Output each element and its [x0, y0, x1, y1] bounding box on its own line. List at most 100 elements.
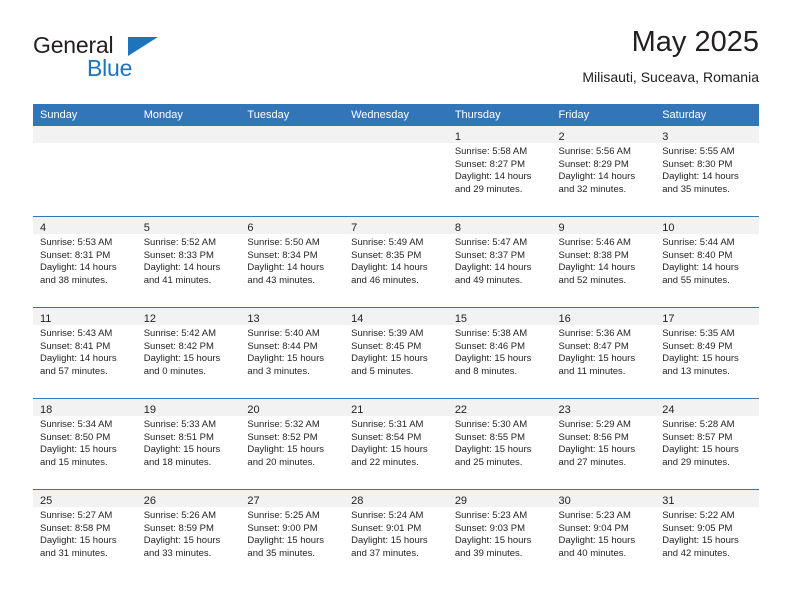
daylight-line-1: Daylight: 15 hours [143, 535, 221, 547]
calendar-day-cell[interactable]: 29 Sunrise: 5:23 AM Sunset: 9:03 PM Dayligh… [447, 489, 552, 580]
day-cell-inner: 20 Sunrise: 5:32 AM Sunset: 8:52 PM Dayligh… [240, 399, 345, 489]
day-cell-inner: 27 Sunrise: 5:25 AM Sunset: 9:00 PM Dayligh… [240, 490, 345, 580]
sunrise-line: Sunrise: 5:34 AM [40, 419, 113, 430]
day-number-band: 19 [136, 399, 241, 416]
day-number: 14 [351, 313, 364, 325]
day-number-band: 8 [447, 217, 552, 234]
day-cell-details: Sunrise: 5:25 AM Sunset: 9:00 PM Daylight:… [240, 507, 344, 560]
daylight-line-1: Daylight: 14 hours [558, 171, 636, 183]
day-cell-inner: 17 Sunrise: 5:35 AM Sunset: 8:49 PM Dayligh… [655, 308, 759, 398]
sunrise-line: Sunrise: 5:44 AM [662, 237, 735, 248]
weekday-header-saturday: Saturday [655, 104, 759, 126]
sunset-line: Sunset: 9:00 PM [247, 522, 318, 534]
calendar-day-cell[interactable]: 8 Sunrise: 5:47 AM Sunset: 8:37 PM Daylight… [447, 216, 552, 308]
calendar-day-cell[interactable]: 30 Sunrise: 5:23 AM Sunset: 9:04 PM Dayligh… [551, 489, 656, 580]
calendar-day-cell-empty [136, 126, 241, 217]
day-number: 29 [454, 495, 468, 507]
daylight-line-1: Daylight: 15 hours [351, 535, 428, 547]
triangle-icon [128, 37, 158, 56]
daylight-line-2: and 55 minutes. [662, 274, 730, 286]
calendar-day-cell[interactable]: 4 Sunrise: 5:53 AM Sunset: 8:31 PM Daylight… [33, 216, 137, 308]
daylight-line-1: Daylight: 15 hours [351, 444, 428, 456]
day-cell-details: Sunrise: 5:46 AM Sunset: 8:38 PM Daylight:… [552, 234, 656, 287]
day-number: 13 [247, 313, 260, 325]
general-blue-logo[interactable]: General Blue [33, 32, 213, 88]
daylight-line-1: Daylight: 14 hours [40, 262, 117, 274]
calendar-day-cell[interactable]: 31 Sunrise: 5:22 AM Sunset: 9:05 PM Dayligh… [655, 489, 759, 580]
calendar-day-cell[interactable]: 14 Sunrise: 5:39 AM Sunset: 8:45 PM Dayligh… [344, 307, 448, 399]
day-number-band: 21 [344, 399, 448, 416]
calendar-day-cell[interactable]: 2 Sunrise: 5:56 AM Sunset: 8:29 PM Daylight… [551, 126, 656, 217]
day-number: 15 [454, 313, 468, 325]
sunset-line: Sunset: 8:45 PM [351, 340, 422, 352]
calendar-day-cell[interactable]: 19 Sunrise: 5:33 AM Sunset: 8:51 PM Dayligh… [136, 398, 241, 490]
calendar-day-cell[interactable]: 9 Sunrise: 5:46 AM Sunset: 8:38 PM Daylight… [551, 216, 656, 308]
calendar-day-cell[interactable]: 23 Sunrise: 5:29 AM Sunset: 8:56 PM Dayligh… [551, 398, 656, 490]
calendar-day-cell-empty [344, 126, 448, 217]
day-number-band: 23 [551, 399, 656, 416]
day-number-band: 20 [240, 399, 345, 416]
calendar-day-cell[interactable]: 24 Sunrise: 5:28 AM Sunset: 8:57 PM Dayligh… [655, 398, 759, 490]
weekday-header-wednesday: Wednesday [344, 104, 448, 126]
day-number: 21 [351, 404, 364, 416]
page-title: May 2025 [631, 26, 759, 58]
calendar-day-cell[interactable]: 28 Sunrise: 5:24 AM Sunset: 9:01 PM Dayligh… [344, 489, 448, 580]
calendar-day-cell[interactable]: 6 Sunrise: 5:50 AM Sunset: 8:34 PM Daylight… [240, 216, 345, 308]
calendar-day-cell[interactable]: 27 Sunrise: 5:25 AM Sunset: 9:00 PM Dayligh… [240, 489, 345, 580]
day-cell-details: Sunrise: 5:33 AM Sunset: 8:51 PM Daylight:… [137, 416, 241, 469]
day-cell-details: Sunrise: 5:53 AM Sunset: 8:31 PM Daylight:… [33, 234, 137, 287]
day-number: 20 [247, 404, 260, 416]
day-number-band: 25 [33, 490, 137, 507]
day-number-band: 3 [655, 126, 759, 143]
calendar-day-cell[interactable]: 18 Sunrise: 5:34 AM Sunset: 8:50 PM Dayligh… [33, 398, 137, 490]
calendar-day-cell[interactable]: 11 Sunrise: 5:43 AM Sunset: 8:41 PM Dayligh… [33, 307, 137, 399]
calendar-day-cell[interactable]: 10 Sunrise: 5:44 AM Sunset: 8:40 PM Dayligh… [655, 216, 759, 308]
sunrise-line: Sunrise: 5:47 AM [454, 237, 528, 248]
day-cell-details: Sunrise: 5:43 AM Sunset: 8:41 PM Daylight:… [33, 325, 137, 378]
calendar-day-cell[interactable]: 3 Sunrise: 5:55 AM Sunset: 8:30 PM Daylight… [655, 126, 759, 217]
calendar-day-cell[interactable]: 22 Sunrise: 5:30 AM Sunset: 8:55 PM Dayligh… [447, 398, 552, 490]
sunset-line: Sunset: 8:52 PM [247, 431, 318, 443]
day-cell-inner: 30 Sunrise: 5:23 AM Sunset: 9:04 PM Dayligh… [551, 490, 656, 580]
calendar-day-cell[interactable]: 15 Sunrise: 5:38 AM Sunset: 8:46 PM Dayligh… [447, 307, 552, 399]
sunrise-line: Sunrise: 5:28 AM [662, 419, 735, 430]
calendar-day-cell[interactable]: 17 Sunrise: 5:35 AM Sunset: 8:49 PM Dayligh… [655, 307, 759, 399]
daylight-line-1: Daylight: 15 hours [454, 353, 532, 365]
sunset-line: Sunset: 9:05 PM [662, 522, 733, 534]
day-cell-details: Sunrise: 5:29 AM Sunset: 8:56 PM Daylight:… [552, 416, 656, 469]
daylight-line-2: and 0 minutes. [143, 365, 207, 377]
calendar-day-cell[interactable]: 13 Sunrise: 5:40 AM Sunset: 8:44 PM Dayligh… [240, 307, 345, 399]
daylight-line-1: Daylight: 14 hours [662, 262, 739, 274]
daylight-line-2: and 39 minutes. [454, 547, 523, 559]
day-number-band: 14 [344, 308, 448, 325]
day-cell-inner: 31 Sunrise: 5:22 AM Sunset: 9:05 PM Dayligh… [655, 490, 759, 580]
calendar-day-cell[interactable]: 21 Sunrise: 5:31 AM Sunset: 8:54 PM Dayligh… [344, 398, 448, 490]
location-subtitle: Milisauti, Suceava, Romania [582, 69, 759, 85]
daylight-line-1: Daylight: 15 hours [558, 353, 636, 365]
daylight-line-2: and 11 minutes. [558, 365, 626, 377]
sunset-line: Sunset: 8:42 PM [143, 340, 214, 352]
day-cell-inner [136, 126, 241, 216]
calendar-day-cell[interactable]: 7 Sunrise: 5:49 AM Sunset: 8:35 PM Daylight… [344, 216, 448, 308]
sunset-line: Sunset: 9:01 PM [351, 522, 422, 534]
sunrise-line: Sunrise: 5:56 AM [558, 146, 631, 157]
day-number-band: 9 [551, 217, 656, 234]
logo-text-blue: Blue [87, 55, 133, 81]
calendar-body: 1 Sunrise: 5:58 AM Sunset: 8:27 PM Daylight… [33, 126, 759, 580]
daylight-line-1: Daylight: 15 hours [454, 444, 532, 456]
day-cell-details: Sunrise: 5:35 AM Sunset: 8:49 PM Daylight:… [655, 325, 759, 378]
day-cell-inner: 18 Sunrise: 5:34 AM Sunset: 8:50 PM Dayligh… [33, 399, 137, 489]
calendar-day-cell[interactable]: 26 Sunrise: 5:26 AM Sunset: 8:59 PM Dayligh… [136, 489, 241, 580]
day-number-band: 28 [344, 490, 448, 507]
calendar-day-cell[interactable]: 16 Sunrise: 5:36 AM Sunset: 8:47 PM Dayligh… [551, 307, 656, 399]
sunrise-line: Sunrise: 5:36 AM [558, 328, 631, 339]
calendar-day-cell[interactable]: 25 Sunrise: 5:27 AM Sunset: 8:58 PM Dayligh… [33, 489, 137, 580]
calendar-day-cell[interactable]: 5 Sunrise: 5:52 AM Sunset: 8:33 PM Daylight… [136, 216, 241, 308]
daylight-line-2: and 41 minutes. [143, 274, 212, 286]
sunset-line: Sunset: 8:54 PM [351, 431, 422, 443]
weekday-header-friday: Friday [551, 104, 656, 126]
calendar-day-cell[interactable]: 1 Sunrise: 5:58 AM Sunset: 8:27 PM Daylight… [447, 126, 552, 217]
calendar-day-cell[interactable]: 20 Sunrise: 5:32 AM Sunset: 8:52 PM Dayligh… [240, 398, 345, 490]
day-cell-inner: 21 Sunrise: 5:31 AM Sunset: 8:54 PM Dayligh… [344, 399, 448, 489]
calendar-day-cell[interactable]: 12 Sunrise: 5:42 AM Sunset: 8:42 PM Dayligh… [136, 307, 241, 399]
